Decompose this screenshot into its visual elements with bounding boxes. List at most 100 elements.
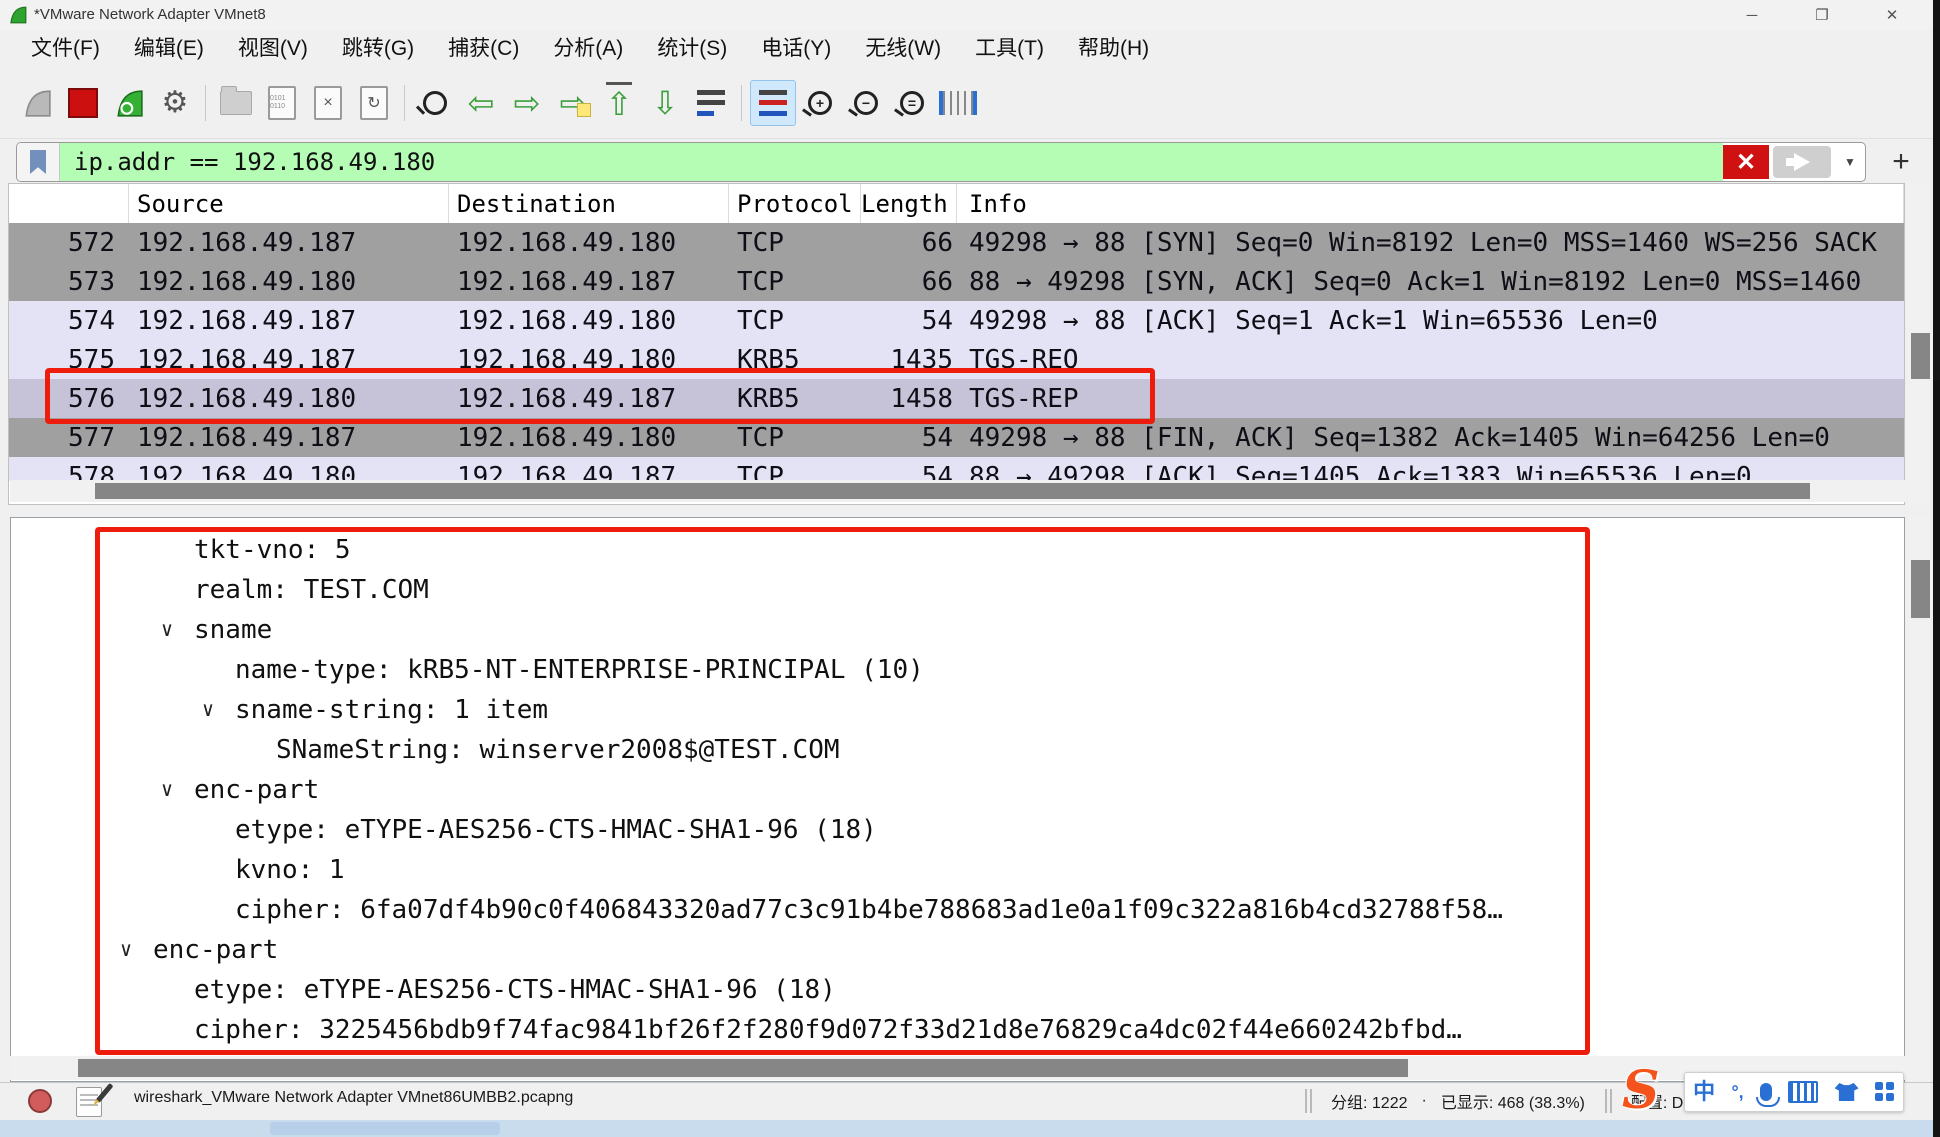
menu-item-tools[interactable]: 工具(T) bbox=[958, 30, 1061, 67]
chevron-down-icon[interactable]: ∨ bbox=[120, 937, 132, 961]
restore-button[interactable]: ❐ bbox=[1799, 0, 1845, 30]
detail-line-3[interactable]: name-type: kRB5-NT-ENTERPRISE-PRINCIPAL … bbox=[11, 650, 1904, 690]
packet-row-572[interactable]: 572192.168.49.187192.168.49.180TCP664929… bbox=[9, 223, 1904, 262]
packet-row-575[interactable]: 575192.168.49.187192.168.49.180KRB51435T… bbox=[9, 340, 1904, 379]
capture-comment-button[interactable] bbox=[76, 1087, 102, 1117]
up-arrow-icon: ⇧ bbox=[606, 82, 633, 123]
zoom-reset-button[interactable]: = bbox=[890, 81, 934, 125]
menu-item-view[interactable]: 视图(V) bbox=[221, 30, 325, 67]
filter-apply-button[interactable] bbox=[1773, 146, 1831, 178]
zoom-out-button[interactable]: − bbox=[844, 81, 888, 125]
packet-cell-info: 49298 → 88 [SYN] Seq=0 Win=8192 Len=0 MS… bbox=[957, 228, 1904, 258]
go-forward-button[interactable]: ⇨ bbox=[505, 81, 549, 125]
auto-scroll-button[interactable] bbox=[689, 81, 733, 125]
capture-options-button[interactable]: ⚙ bbox=[153, 81, 197, 125]
column-header-protocol[interactable]: Protocol bbox=[729, 184, 861, 223]
go-back-button[interactable]: ⇦ bbox=[459, 81, 503, 125]
filter-clear-button[interactable]: ✕ bbox=[1723, 145, 1769, 179]
detail-vscroll-thumb[interactable] bbox=[1911, 560, 1930, 618]
detail-hscroll-thumb[interactable] bbox=[78, 1059, 1408, 1077]
menu-item-go[interactable]: 跳转(G) bbox=[325, 30, 431, 67]
close-button[interactable]: ✕ bbox=[1869, 0, 1915, 30]
open-file-button[interactable] bbox=[214, 81, 258, 125]
find-packet-button[interactable] bbox=[413, 81, 457, 125]
column-header-length[interactable]: Length bbox=[861, 184, 957, 223]
packet-cell-info: 88 → 49298 [ACK] Seq=1405 Ack=1383 Win=6… bbox=[957, 462, 1904, 482]
expert-info-button[interactable] bbox=[28, 1089, 52, 1113]
filter-add-button[interactable]: + bbox=[1884, 146, 1918, 178]
packet-detail-pane: tkt-vno: 5realm: TEST.COM∨sname name-type… bbox=[10, 517, 1905, 1082]
menu-item-help[interactable]: 帮助(H) bbox=[1061, 30, 1166, 67]
detail-line-7[interactable]: etype: eTYPE-AES256-CTS-HMAC-SHA1-96 (18… bbox=[11, 810, 1904, 850]
stop-capture-button[interactable] bbox=[61, 81, 105, 125]
ime-toolbox-icon[interactable] bbox=[1875, 1082, 1895, 1102]
microphone-icon[interactable] bbox=[1760, 1083, 1772, 1101]
stop-square-icon bbox=[68, 88, 98, 118]
packet-cell-len: 1458 bbox=[861, 384, 957, 414]
column-header-info[interactable]: Info bbox=[957, 184, 1904, 223]
menu-item-analyze[interactable]: 分析(A) bbox=[536, 30, 640, 67]
packet-list-vscroll-thumb[interactable] bbox=[1911, 333, 1930, 379]
detail-line-4[interactable]: ∨sname-string: 1 item bbox=[11, 690, 1904, 730]
close-file-button[interactable]: × bbox=[306, 81, 350, 125]
packet-row-574[interactable]: 574192.168.49.187192.168.49.180TCP544929… bbox=[9, 301, 1904, 340]
packet-row-578[interactable]: 578192.168.49.180192.168.49.187TCP5488 →… bbox=[9, 457, 1904, 481]
filter-bookmark-button[interactable] bbox=[17, 143, 60, 181]
detail-line-9[interactable]: cipher: 6fa07df4b90c0f406843320ad77c3c91… bbox=[11, 890, 1904, 930]
menu-item-wireless[interactable]: 无线(W) bbox=[848, 30, 958, 67]
menu-item-file[interactable]: 文件(F) bbox=[14, 30, 117, 67]
resize-columns-button[interactable] bbox=[936, 81, 980, 125]
detail-line-12[interactable]: cipher: 3225456bdb9f74fac9841bf26f2f280f… bbox=[11, 1010, 1904, 1050]
soft-keyboard-icon[interactable] bbox=[1788, 1081, 1818, 1103]
detail-line-text: name-type: kRB5-NT-ENTERPRISE-PRINCIPAL … bbox=[235, 655, 924, 685]
column-header-destination[interactable]: Destination bbox=[449, 184, 729, 223]
packet-cell-dst: 192.168.49.180 bbox=[449, 228, 729, 258]
detail-line-2[interactable]: ∨sname bbox=[11, 610, 1904, 650]
menu-item-statistics[interactable]: 统计(S) bbox=[640, 30, 744, 67]
chevron-down-icon[interactable]: ∨ bbox=[161, 617, 173, 641]
packet-row-577[interactable]: 577192.168.49.187192.168.49.180TCP544929… bbox=[9, 418, 1904, 457]
restart-capture-button[interactable] bbox=[107, 81, 151, 125]
column-header-no[interactable] bbox=[9, 184, 129, 223]
packet-cell-src: 192.168.49.180 bbox=[129, 384, 449, 414]
go-to-first-packet-button[interactable]: ⇧ bbox=[597, 81, 641, 125]
colorize-packets-button[interactable] bbox=[750, 80, 796, 126]
menu-item-telephony[interactable]: 电话(Y) bbox=[744, 30, 848, 67]
start-capture-button[interactable] bbox=[15, 81, 59, 125]
reload-file-button[interactable]: ↻ bbox=[352, 81, 396, 125]
go-to-last-packet-button[interactable]: ⇩ bbox=[643, 81, 687, 125]
ime-chinese-mode-icon[interactable]: 中 bbox=[1693, 1081, 1715, 1103]
packet-row-576[interactable]: 576192.168.49.180192.168.49.187KRB51458T… bbox=[9, 379, 1904, 418]
detail-line-5[interactable]: SNameString: winserver2008$@TEST.COM bbox=[11, 730, 1904, 770]
zoom-in-icon: + bbox=[808, 91, 832, 115]
menu-item-edit[interactable]: 编辑(E) bbox=[117, 30, 221, 67]
bookmark-icon bbox=[30, 150, 46, 174]
zoom-in-button[interactable]: + bbox=[798, 81, 842, 125]
column-header-source[interactable]: Source bbox=[129, 184, 449, 223]
detail-line-0[interactable]: tkt-vno: 5 bbox=[11, 530, 1904, 570]
toolbar-separator bbox=[205, 85, 206, 121]
go-to-packet-button[interactable]: ⇨ bbox=[551, 81, 595, 125]
minimize-button[interactable]: ─ bbox=[1729, 0, 1775, 30]
packet-cell-no: 577 bbox=[9, 423, 129, 453]
packet-row-573[interactable]: 573192.168.49.180192.168.49.187TCP6688 →… bbox=[9, 262, 1904, 301]
detail-line-1[interactable]: realm: TEST.COM bbox=[11, 570, 1904, 610]
chevron-down-icon[interactable]: ∨ bbox=[161, 777, 173, 801]
chevron-down-icon[interactable]: ∨ bbox=[202, 697, 214, 721]
display-filter-input[interactable]: ip.addr == 192.168.49.180 bbox=[60, 143, 1723, 181]
packet-cell-dst: 192.168.49.180 bbox=[449, 345, 729, 375]
packet-cell-no: 572 bbox=[9, 228, 129, 258]
detail-line-11[interactable]: etype: eTYPE-AES256-CTS-HMAC-SHA1-96 (18… bbox=[11, 970, 1904, 1010]
detail-line-6[interactable]: ∨enc-part bbox=[11, 770, 1904, 810]
detail-line-10[interactable]: ∨enc-part bbox=[11, 930, 1904, 970]
save-file-button[interactable]: 0101 0110 bbox=[260, 81, 304, 125]
packet-list-hscroll-thumb[interactable] bbox=[95, 483, 1810, 499]
detail-line-8[interactable]: kvno: 1 bbox=[11, 850, 1904, 890]
menu-item-capture[interactable]: 捕获(C) bbox=[431, 30, 536, 67]
sogou-logo-icon[interactable]: S bbox=[1622, 1068, 1660, 1114]
packet-cell-len: 54 bbox=[861, 306, 957, 336]
ime-punctuation-icon[interactable]: °, bbox=[1731, 1081, 1743, 1103]
ime-skin-icon[interactable] bbox=[1835, 1083, 1859, 1101]
filter-history-dropdown[interactable]: ▼ bbox=[1835, 143, 1865, 181]
reload-file-icon: ↻ bbox=[360, 86, 388, 120]
